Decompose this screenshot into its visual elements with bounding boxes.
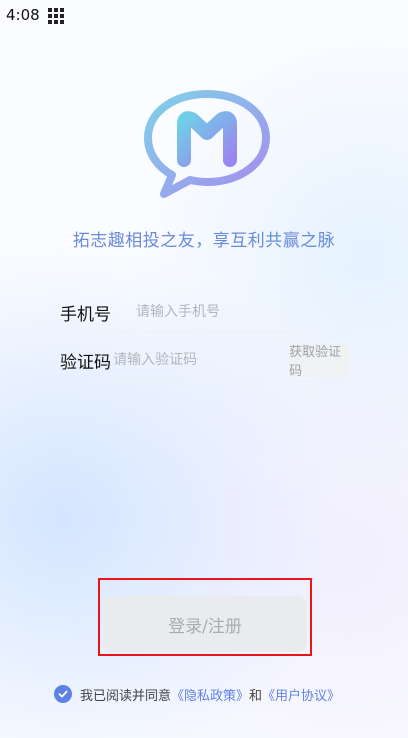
code-label: 验证码 [60,352,111,373]
status-time: 4:08 [6,6,40,24]
slogan-text: 拓志趣相投之友，享互利共赢之脉 [72,231,336,251]
privacy-policy-link[interactable]: 《隐私政策》 [171,685,249,704]
verification-code-input[interactable] [111,351,290,369]
status-bar: 4:08 [0,0,408,30]
get-code-button[interactable]: 获取验证码 [289,343,350,379]
phone-input[interactable] [134,303,350,321]
phone-row: 手机号 [60,292,350,333]
agreement-conjunction: 和 [249,688,263,704]
phone-label: 手机号 [60,304,111,325]
agreement-checkbox-icon[interactable] [54,685,72,703]
user-agreement-link[interactable]: 《用户协议》 [262,685,340,704]
app-grid-icon [47,8,64,24]
code-row: 验证码 获取验证码 [60,340,350,381]
app-logo [142,88,272,200]
login-register-button[interactable]: 登录/注册 [103,596,307,652]
agreement-row: 我已阅读并同意 《隐私政策》 和 《用户协议》 [54,684,340,704]
agreement-prefix: 我已阅读并同意 [80,688,172,704]
